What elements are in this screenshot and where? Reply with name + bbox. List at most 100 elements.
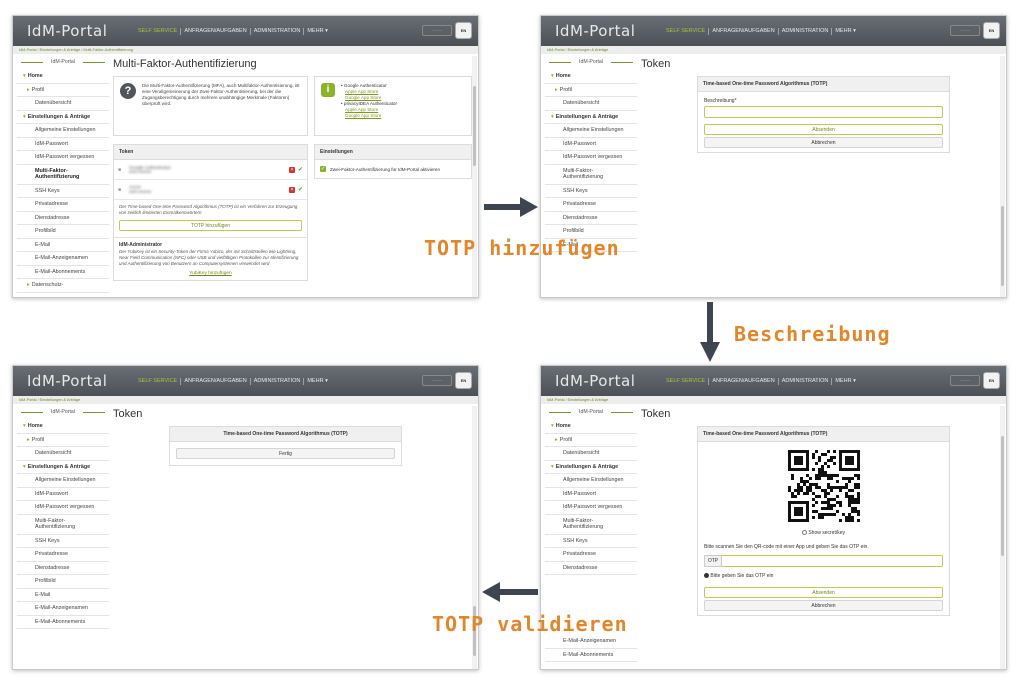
nav-anfragen[interactable]: ANFRAGEN/AUFGABEN — [181, 377, 251, 385]
nav-administration[interactable]: ADMINISTRATION — [251, 377, 305, 385]
portal-logo[interactable]: IdM-Portal — [27, 372, 127, 390]
sidebar-item-privatadresse[interactable]: Privatadresse — [17, 198, 109, 212]
sidebar-item-passwort[interactable]: IdM-Passwort — [17, 138, 109, 151]
language-switch[interactable]: EN — [455, 22, 472, 39]
sidebar-item-profil[interactable]: ▸ Profil — [17, 84, 109, 97]
sidebar-item-ssh[interactable]: SSH Keys — [545, 185, 637, 198]
fertig-button[interactable]: Fertig — [176, 448, 395, 459]
delete-icon[interactable]: × — [288, 186, 295, 193]
sidebar-item-profilbild[interactable]: Profilbild — [17, 225, 109, 239]
sidebar-item-dienstadresse[interactable]: Dienstadresse — [545, 212, 637, 225]
sidebar-item-mfa[interactable]: Multi-Faktor-Authentifizierung — [17, 165, 109, 185]
sidebar-item-passwort[interactable]: IdM-Passwort — [545, 488, 637, 501]
scrollbar[interactable] — [1000, 406, 1005, 669]
nav-self-service[interactable]: SELF SERVICE — [135, 377, 182, 385]
sidebar-item-profil[interactable]: ▸ Profil — [17, 434, 109, 447]
sidebar-item-passwort-vergessen[interactable]: IdM-Passwort vergessen — [17, 151, 109, 165]
sidebar-item-profilbild[interactable]: Profilbild — [17, 575, 109, 589]
sidebar-item-passwort-vergessen[interactable]: IdM-Passwort vergessen — [17, 501, 109, 515]
sidebar-item-privatadresse[interactable]: Privatadresse — [545, 198, 637, 212]
sidebar-item-ssh[interactable]: SSH Keys — [17, 185, 109, 198]
sidebar-item-passwort-vergessen[interactable]: IdM-Passwort vergessen — [545, 501, 637, 515]
nav-self-service[interactable]: SELF SERVICE — [135, 27, 182, 35]
sidebar-item-privatadresse[interactable]: Privatadresse — [545, 548, 637, 562]
sidebar-item-datenuebersicht[interactable]: Datenübersicht — [17, 447, 109, 461]
sidebar-item-einstellungen[interactable]: ▾ Einstellungen & Anträge — [17, 111, 109, 124]
user-menu[interactable]: ········ — [950, 375, 980, 386]
sidebar-item-profil[interactable]: ▸ Profil — [545, 84, 637, 97]
sidebar-item-allgemeine[interactable]: Allgemeine Einstellungen — [545, 474, 637, 488]
nav-administration[interactable]: ADMINISTRATION — [779, 27, 833, 35]
absenden-button[interactable]: Absenden — [704, 587, 943, 598]
sidebar-item-home[interactable]: ▾ Home — [545, 420, 637, 434]
sidebar-item-passwort[interactable]: IdM-Passwort — [545, 138, 637, 151]
radio-button[interactable] — [801, 530, 807, 536]
language-switch[interactable]: EN — [983, 372, 1000, 389]
sidebar-item-datenuebersicht[interactable]: Datenübersicht — [545, 447, 637, 461]
sidebar-item-mfa[interactable]: Multi-Faktor-Authentifizierung — [17, 515, 109, 535]
yubikey-add-link[interactable]: YubiKey hinzufügen — [119, 271, 302, 276]
nav-anfragen[interactable]: ANFRAGEN/AUFGABEN — [709, 27, 779, 35]
nav-anfragen[interactable]: ANFRAGEN/AUFGABEN — [181, 27, 251, 35]
sidebar-item-mfa[interactable]: Multi-Faktor-Authentifizierung — [545, 515, 637, 535]
sidebar-item-einstellungen[interactable]: ▾ Einstellungen & Anträge — [545, 111, 637, 124]
sidebar-item-datenschutz[interactable]: ▸ Datenschutz- — [17, 279, 109, 293]
totp-add-button[interactable]: TOTP hinzufügen — [119, 220, 302, 231]
sidebar-item-email-anzeigenamen[interactable]: E-Mail-Anzeigenamen — [545, 635, 637, 649]
sidebar-item-ssh[interactable]: SSH Keys — [17, 535, 109, 548]
sidebar-item-dienstadresse[interactable]: Dienstadresse — [545, 562, 637, 575]
sidebar-item-email-abonnements[interactable]: E-Mail-Abonnements — [545, 649, 637, 662]
sidebar-item-allgemeine[interactable]: Allgemeine Einstellungen — [17, 124, 109, 138]
sidebar-item-home[interactable]: ▾ Home — [17, 70, 109, 84]
nav-administration[interactable]: ADMINISTRATION — [251, 27, 305, 35]
sidebar-item-dienstadresse[interactable]: Dienstadresse — [17, 562, 109, 575]
absenden-button[interactable]: Absenden — [704, 124, 943, 135]
sidebar-item-allgemeine[interactable]: Allgemeine Einstellungen — [545, 124, 637, 138]
nav-self-service[interactable]: SELF SERVICE — [663, 377, 710, 385]
user-menu[interactable]: ········ — [950, 25, 980, 36]
sidebar-item-datenuebersicht[interactable]: Datenübersicht — [17, 97, 109, 111]
sidebar-item-passwort[interactable]: IdM-Passwort — [17, 488, 109, 501]
nav-anfragen[interactable]: ANFRAGEN/AUFGABEN — [709, 377, 779, 385]
abbrechen-button[interactable]: Abbrechen — [704, 137, 943, 148]
nav-mehr[interactable]: MEHR ▾ — [832, 28, 858, 35]
nav-mehr[interactable]: MEHR ▾ — [304, 28, 330, 35]
sidebar-item-email-abonnements[interactable]: E-Mail-Abonnements — [17, 616, 109, 629]
nav-self-service[interactable]: SELF SERVICE — [663, 27, 710, 35]
sidebar-item-email[interactable]: E-Mail — [17, 239, 109, 252]
scrollbar[interactable] — [1000, 56, 1005, 297]
abbrechen-button[interactable]: Abbrechen — [704, 600, 943, 611]
beschreibung-input[interactable] — [704, 106, 943, 118]
otp-input[interactable] — [722, 555, 943, 567]
sidebar-item-mfa[interactable]: Multi-Faktor-Authentifizierung — [545, 165, 637, 185]
sidebar-item-email-abonnements[interactable]: E-Mail-Abonnements — [17, 266, 109, 279]
sidebar-item-einstellungen[interactable]: ▾ Einstellungen & Anträge — [545, 461, 637, 474]
language-switch[interactable]: EN — [983, 22, 1000, 39]
sidebar-item-email-anzeigenamen[interactable]: E-Mail-Anzeigenamen — [17, 602, 109, 616]
user-menu[interactable]: ········ — [422, 25, 452, 36]
link-google-store[interactable]: Google App Store — [341, 113, 397, 119]
language-switch[interactable]: EN — [455, 372, 472, 389]
sidebar-item-passwort-vergessen[interactable]: IdM-Passwort vergessen — [545, 151, 637, 165]
nav-mehr[interactable]: MEHR ▾ — [304, 378, 330, 385]
portal-logo[interactable]: IdM-Portal — [555, 372, 655, 390]
portal-logo[interactable]: IdM-Portal — [555, 22, 655, 40]
sidebar-item-allgemeine[interactable]: Allgemeine Einstellungen — [17, 474, 109, 488]
sidebar-item-home[interactable]: ▾ Home — [545, 70, 637, 84]
sidebar-item-email[interactable]: E-Mail — [17, 589, 109, 602]
delete-icon[interactable]: × — [288, 166, 295, 173]
scrollbar[interactable] — [472, 56, 477, 297]
checkbox-checked[interactable]: ✓ — [320, 166, 326, 172]
sidebar-item-profil[interactable]: ▸ Profil — [545, 434, 637, 447]
sidebar-item-privatadresse[interactable]: Privatadresse — [17, 548, 109, 562]
portal-logo[interactable]: IdM-Portal — [27, 22, 127, 40]
sidebar-item-dienstadresse[interactable]: Dienstadresse — [17, 212, 109, 225]
sidebar-item-email-anzeigenamen[interactable]: E-Mail-Anzeigenamen — [17, 252, 109, 266]
sidebar-item-ssh[interactable]: SSH Keys — [545, 535, 637, 548]
sidebar-item-home[interactable]: ▾ Home — [17, 420, 109, 434]
user-menu[interactable]: ········ — [422, 375, 452, 386]
nav-administration[interactable]: ADMINISTRATION — [779, 377, 833, 385]
sidebar-item-einstellungen[interactable]: ▾ Einstellungen & Anträge — [17, 461, 109, 474]
sidebar-item-datenuebersicht[interactable]: Datenübersicht — [545, 97, 637, 111]
nav-mehr[interactable]: MEHR ▾ — [832, 378, 858, 385]
